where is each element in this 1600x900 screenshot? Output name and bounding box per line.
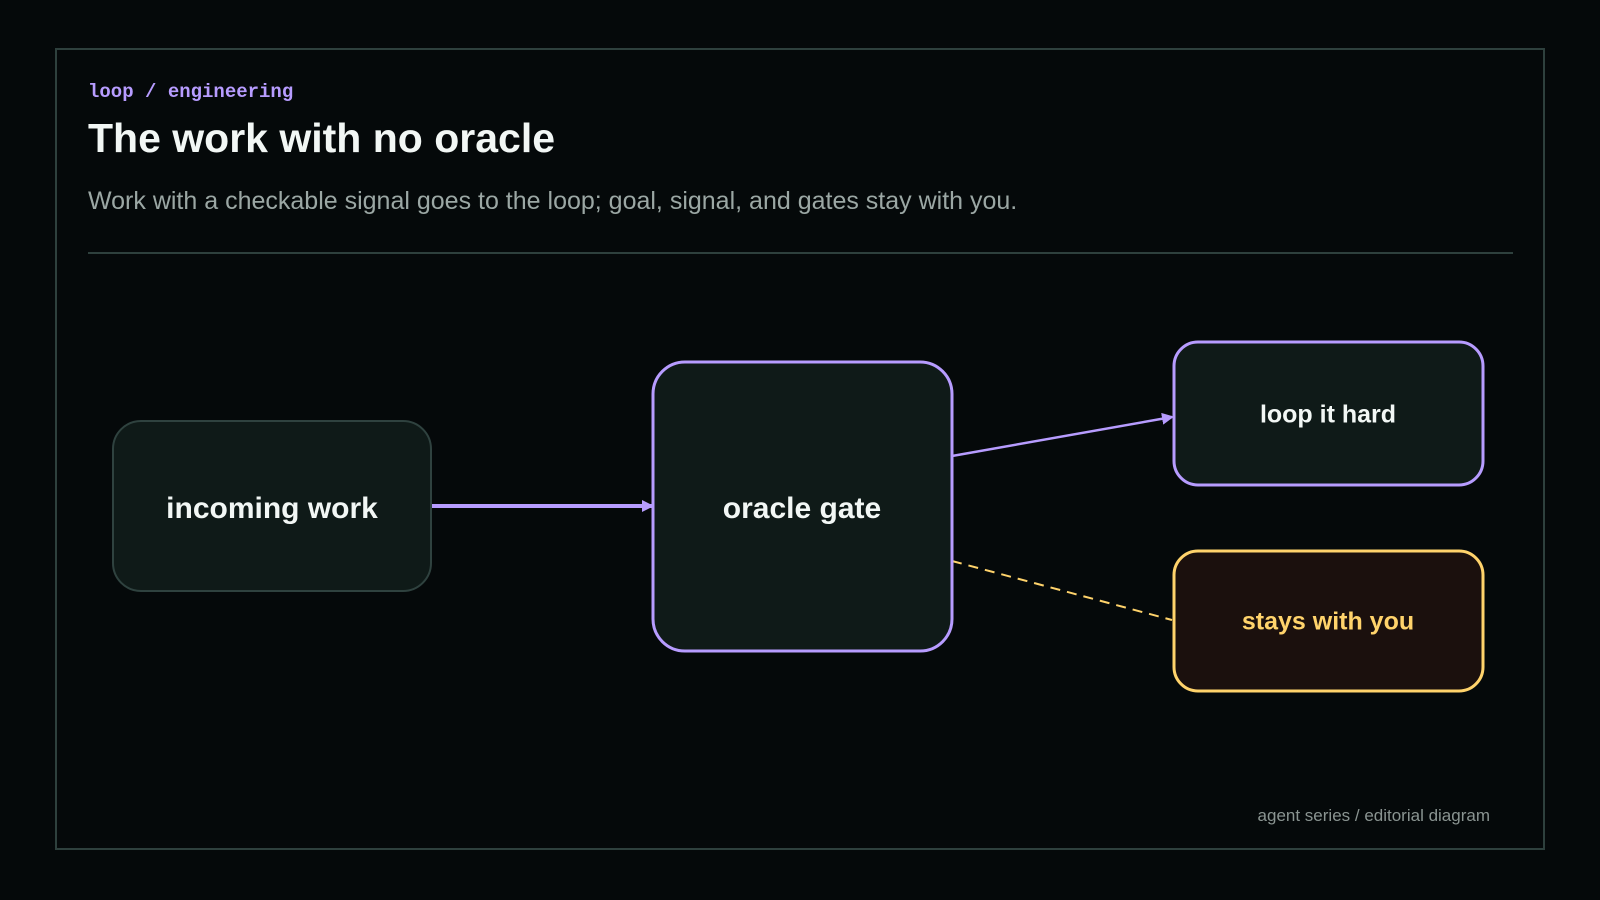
- node-stays-with-you-label: stays with you: [1242, 608, 1414, 636]
- node-loop-it-hard-label: loop it hard: [1260, 401, 1396, 429]
- node-incoming-work-label: incoming work: [166, 492, 378, 525]
- edge-gate-to-stays: [951, 560, 1173, 621]
- node-loop-it-hard: loop it hard: [1172, 340, 1485, 487]
- node-incoming-work: incoming work: [112, 420, 432, 592]
- footer-caption: agent series / editorial diagram: [1257, 806, 1490, 825]
- edge-gate-to-loop: [951, 412, 1174, 458]
- node-oracle-gate-label: oracle gate: [723, 492, 881, 525]
- node-stays-with-you: stays with you: [1172, 549, 1485, 693]
- flow-diagram: incoming work oracle gate loop it hard s…: [112, 340, 1485, 693]
- node-oracle-gate: oracle gate: [651, 360, 954, 653]
